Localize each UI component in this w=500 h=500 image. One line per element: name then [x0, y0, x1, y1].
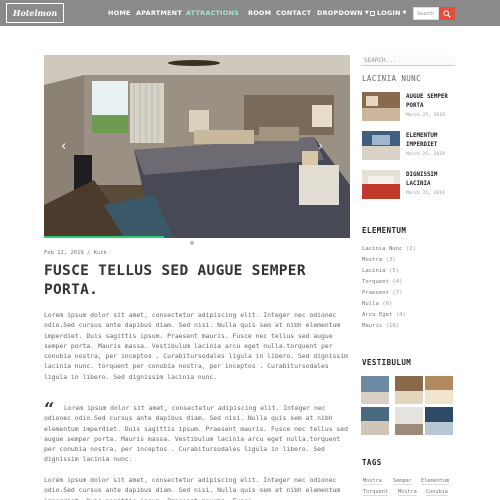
nav-contact[interactable]: CONTACT [276, 9, 311, 17]
nav-dropdown[interactable]: DROPDOWN ▼ [317, 9, 369, 17]
recent-post[interactable]: DIGNISSIM LACINIA March 25, 2019 [362, 170, 462, 202]
sidebar-search-input[interactable]: SEARCH... [361, 55, 455, 66]
category-count: (4) [392, 279, 403, 285]
recent-post-thumbnail[interactable] [362, 131, 400, 160]
tag-link[interactable]: Semper [393, 478, 412, 485]
slider-prev-button[interactable]: ‹ [61, 139, 66, 154]
tag-link[interactable]: Torquent [363, 489, 388, 496]
gallery-thumbnail[interactable] [425, 407, 453, 435]
recent-post-date: March 25, 2019 [406, 113, 445, 118]
nav-login-label: LOGIN [377, 9, 401, 17]
slider-progress-bar [44, 236, 164, 238]
category-name: Arcu Eget [362, 312, 393, 318]
slider-next-button[interactable]: › [318, 139, 323, 154]
categories-title: ELEMENTUM [362, 226, 407, 235]
category-item[interactable]: Mauris (10) [362, 323, 399, 329]
category-count: (7) [392, 290, 403, 296]
recent-post-title[interactable]: DIGNISSIM LACINIA [406, 171, 462, 189]
caret-down-icon: ▼ [402, 10, 407, 16]
nav-attractions[interactable]: ATTRACTIONS [186, 9, 239, 17]
nav-room[interactable]: ROOM [248, 9, 271, 17]
nav-search-button[interactable] [439, 7, 455, 20]
gallery-thumbnail[interactable] [361, 407, 389, 435]
nav-search-input[interactable]: Search [413, 7, 439, 20]
nav-apartment[interactable]: APARTMENT [136, 9, 182, 17]
category-count: (4) [395, 312, 406, 318]
image-slider[interactable]: ‹ › [44, 55, 350, 238]
gallery-thumbnail[interactable] [395, 407, 423, 435]
recent-post[interactable]: AUGUE SEMPER PORTA March 25, 2019 [362, 92, 462, 124]
slider-dot[interactable] [190, 241, 194, 245]
tag-link[interactable]: Mostra [363, 478, 382, 485]
post-meta: Feb 12, 2019 / Kuzk [44, 250, 107, 256]
post-blockquote: Lorem ipsum dolor sit amet, consectetur … [44, 404, 348, 464]
search-icon [443, 10, 451, 18]
site-logo[interactable]: Hotelmon [6, 3, 64, 23]
category-item[interactable]: Torquent (4) [362, 279, 402, 285]
gallery-thumbnail[interactable] [361, 376, 389, 404]
category-item[interactable]: Mostra (3) [362, 257, 396, 263]
nav-login[interactable]: LOGIN ▼ [370, 9, 407, 17]
lock-icon [370, 11, 375, 16]
category-count: (2) [405, 246, 416, 252]
category-item[interactable]: Lacinia Nunc (2) [362, 246, 416, 252]
category-name: Lacinia [362, 268, 386, 274]
tag-link[interactable]: Elementum [421, 478, 450, 485]
recent-post-title[interactable]: ELEMENTUM IMPERDIET [406, 132, 462, 150]
gallery-thumbnail[interactable] [425, 376, 453, 404]
slider-pagination [190, 230, 204, 249]
category-name: Mostra [362, 257, 383, 263]
category-name: Torquent [362, 279, 389, 285]
post-paragraph: Lorem ipsum dolor sit amet, consectetur … [44, 476, 341, 500]
top-navbar: Hotelmon HOME APARTMENT ATTRACTIONS ROOM… [0, 0, 500, 26]
recent-post-date: March 25, 2019 [406, 191, 445, 196]
recent-post[interactable]: ELEMENTUM IMPERDIET March 25, 2019 [362, 131, 462, 163]
category-count: (3) [385, 257, 396, 263]
post-title: FUSCE TELLUS SED AUGUE SEMPER PORTA. [44, 263, 306, 298]
category-name: Lacinia Nunc [362, 246, 403, 252]
nav-home[interactable]: HOME [108, 9, 131, 17]
gallery-thumbnail[interactable] [395, 376, 423, 404]
slider-dot-active[interactable] [197, 241, 201, 245]
caret-down-icon: ▼ [364, 10, 369, 16]
category-name: Praesent [362, 290, 389, 296]
category-item[interactable]: Nulla (6) [362, 301, 392, 307]
category-item[interactable]: Lacinia (5) [362, 268, 399, 274]
bedroom-photo [44, 55, 350, 238]
category-count: (5) [388, 268, 400, 274]
recent-post-date: March 25, 2019 [406, 152, 445, 157]
post-paragraph: Lorem ipsum dolor sit amet, consectetur … [44, 311, 348, 381]
category-count: (6) [382, 301, 393, 307]
gallery-title: VESTIBULUM [362, 358, 412, 367]
category-name: Nulla [362, 301, 379, 307]
category-count: (10) [385, 323, 400, 329]
recent-posts-title: LACINIA NUNC [362, 74, 421, 83]
recent-post-thumbnail[interactable] [362, 170, 400, 199]
nav-dropdown-label: DROPDOWN [317, 9, 363, 17]
tag-link[interactable]: Conubia [426, 489, 448, 496]
tags-title: TAGS [362, 458, 382, 467]
tag-link[interactable]: Mostra [398, 489, 417, 496]
category-item[interactable]: Praesent (7) [362, 290, 402, 296]
category-item[interactable]: Arcu Eget (4) [362, 312, 406, 318]
category-name: Mauris [362, 323, 383, 329]
recent-post-thumbnail[interactable] [362, 92, 400, 121]
recent-post-title[interactable]: AUGUE SEMPER PORTA [406, 93, 462, 111]
